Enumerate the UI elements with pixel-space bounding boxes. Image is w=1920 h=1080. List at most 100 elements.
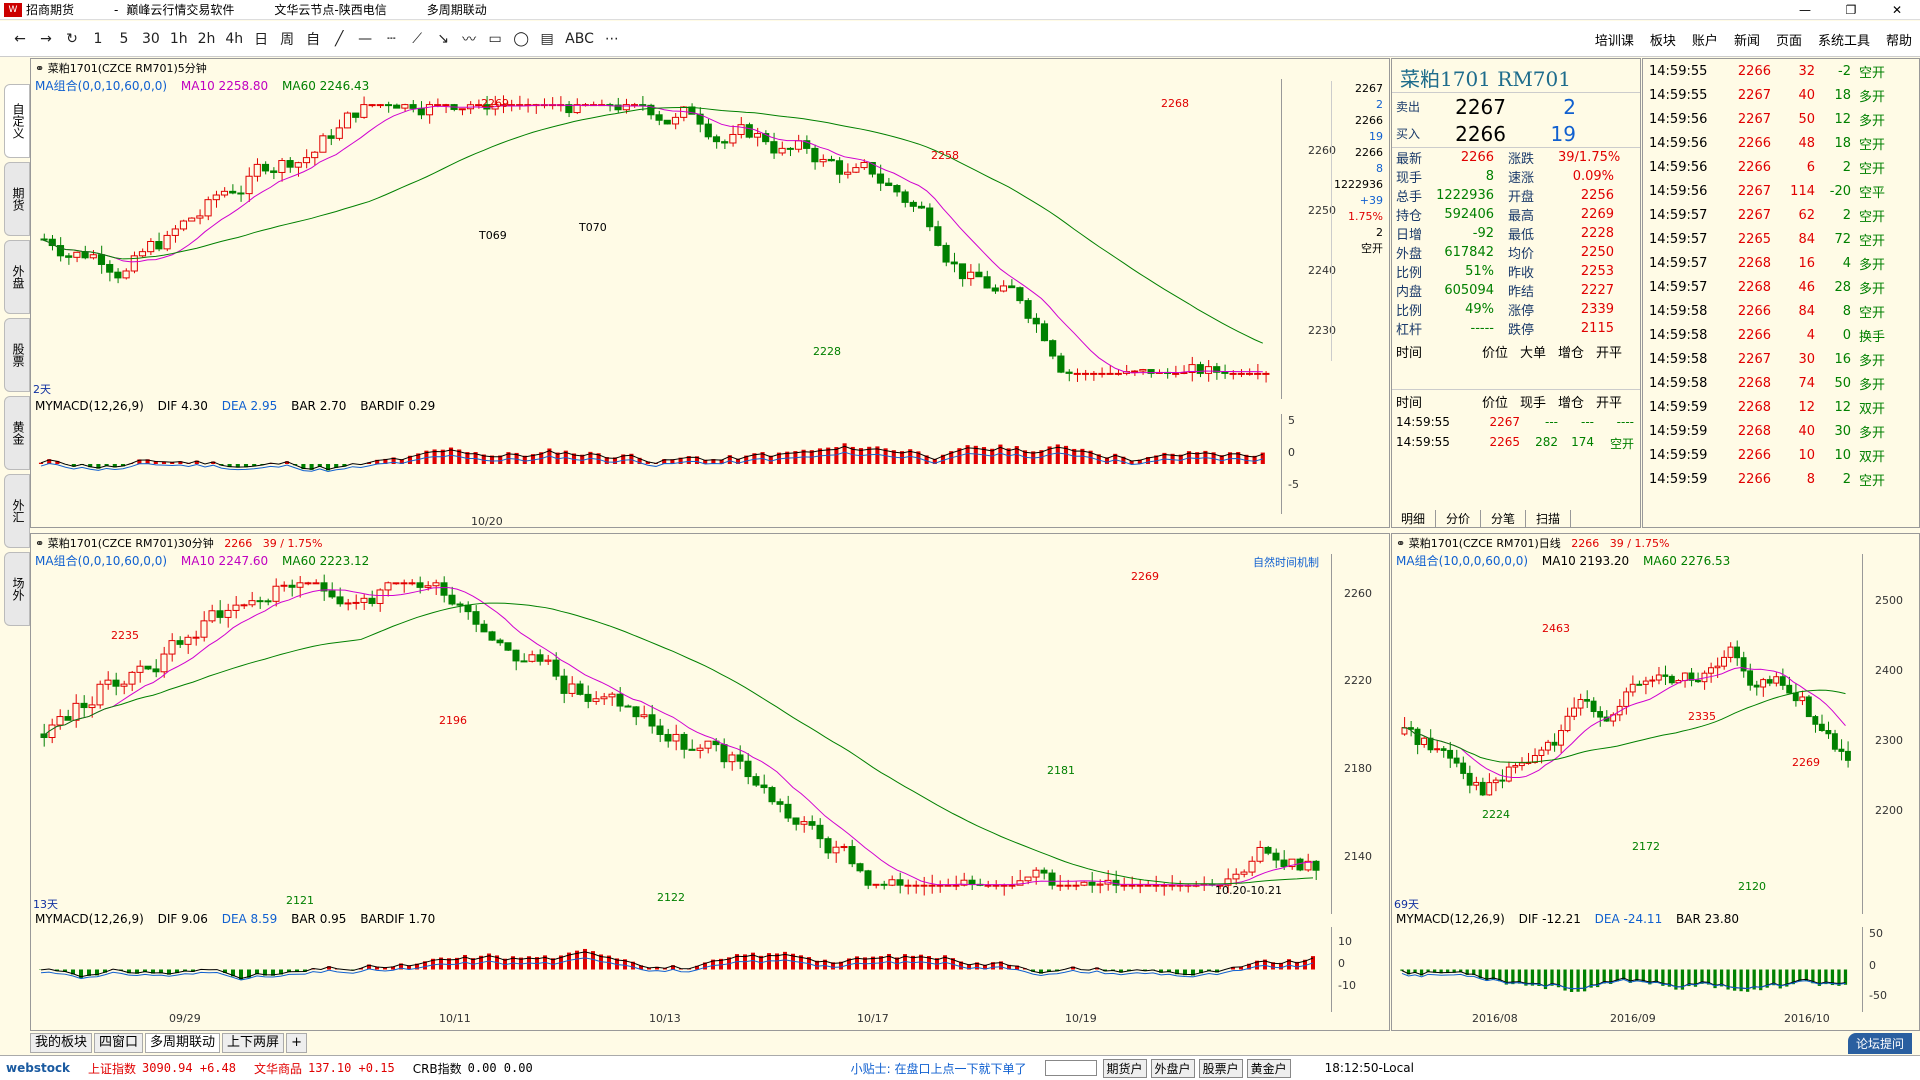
menu-item-6[interactable]: 帮助 (1886, 30, 1912, 49)
layout-tab-4[interactable]: + (286, 1033, 307, 1053)
left-tab-6[interactable]: 场外 (4, 552, 30, 626)
layout-tab-1[interactable]: 四窗口 (94, 1033, 144, 1053)
candle-body (888, 879, 896, 886)
toolbar-tool-17[interactable]: 〰 (457, 29, 481, 49)
chart-5min-panel: ⚭ 菜粕1701(CZCE RM701)5分钟 MA组合(0,0,10,60,0… (30, 58, 1390, 528)
bid-price[interactable]: 2266 (1436, 122, 1506, 146)
candle-body (778, 147, 786, 154)
menu-item-3[interactable]: 新闻 (1734, 30, 1760, 49)
candle-body (696, 747, 704, 751)
candle-body (1016, 287, 1024, 302)
detail-col-header: 增仓 (1558, 346, 1585, 361)
trade-tick-list[interactable]: 14:59:55 2266 32 -2 空开 14:59:55 2267 40 18 多开 14:5… (1642, 58, 1920, 528)
candle-body (800, 821, 808, 825)
toolbar-tool-13[interactable]: — (353, 31, 377, 47)
ask-row[interactable]: 卖出 2267 2 (1392, 92, 1640, 120)
quote-l: 总手 (1396, 190, 1423, 205)
toolbar-tool-11[interactable]: 自 (301, 29, 325, 49)
toolbar-tool-20[interactable]: ▤ (535, 31, 559, 47)
restore-button[interactable]: ❐ (1828, 0, 1874, 20)
chart-daily-candles[interactable] (1392, 554, 1862, 914)
left-tab-0[interactable]: 自定义 (4, 84, 30, 158)
toolbar-tool-9[interactable]: 日 (249, 29, 273, 49)
low-label: 2121 (286, 894, 314, 907)
close-button[interactable]: ✕ (1874, 0, 1920, 20)
toolbar-tool-1[interactable]: → (34, 31, 58, 47)
left-tab-5[interactable]: 外汇 (4, 474, 30, 548)
menu-item-0[interactable]: 培训课 (1595, 30, 1634, 49)
left-tab-1[interactable]: 期货 (4, 162, 30, 236)
candle-body (96, 683, 104, 706)
toolbar-tool-4[interactable]: 5 (112, 31, 136, 47)
candle-body (592, 698, 600, 702)
candle-body (1254, 372, 1262, 375)
toolbar-tool-21[interactable]: ABC (561, 31, 598, 47)
stock-account-button[interactable]: 股票户 (1198, 1058, 1243, 1078)
menu-item-2[interactable]: 账户 (1692, 30, 1718, 49)
toolbar-tool-15[interactable]: ⟋ (405, 31, 429, 47)
chart-5min-macd[interactable] (31, 414, 1281, 514)
toolbar-tool-6[interactable]: 1h (166, 31, 192, 47)
toolbar-tool-0[interactable]: ← (8, 31, 32, 47)
candle-body (80, 702, 88, 709)
candle-body (1245, 372, 1254, 375)
chart-5min-candles[interactable] (31, 79, 1281, 399)
left-tab-3[interactable]: 股票 (4, 318, 30, 392)
chart-30min-macd[interactable] (31, 927, 1331, 1012)
chart-daily-panel: ⚭ 菜粕1701(CZCE RM701)日线 2266 39 / 1.75% M… (1391, 533, 1920, 1031)
candle-body (88, 704, 96, 709)
left-tab-4[interactable]: 黄金 (4, 396, 30, 470)
toolbar-tool-8[interactable]: 4h (221, 31, 247, 47)
detail-p: 2265 (1489, 435, 1520, 449)
toolbar-tool-2[interactable]: ↻ (60, 31, 84, 47)
chart-daily-macd[interactable] (1392, 927, 1862, 1012)
subtab-3[interactable]: 扫描 (1526, 510, 1572, 528)
trade-k: 双开 (1859, 401, 1886, 417)
toolbar-tool-19[interactable]: ◯ (509, 31, 533, 47)
subtab-2[interactable]: 分笔 (1481, 510, 1527, 528)
detail-row: 14:59:55 2265 282 174 空开 (1392, 433, 1640, 453)
trade-c: -20 (1829, 183, 1851, 199)
toolbar-tool-12[interactable]: ╱ (327, 31, 351, 47)
forum-button[interactable]: 论坛提问 (1847, 1033, 1912, 1054)
title-dash: - (114, 2, 119, 17)
order-input[interactable] (1044, 1060, 1097, 1076)
candle-body (616, 693, 624, 707)
toolbar-tool-14[interactable]: ┄ (379, 31, 403, 47)
gold-account-button[interactable]: 黄金户 (1246, 1058, 1291, 1078)
candle-body (1590, 700, 1597, 713)
trade-row: 14:59:56 2267 50 12 多开 (1643, 107, 1919, 131)
candle-body (212, 194, 220, 201)
chart-30min-candles[interactable] (31, 554, 1331, 914)
layout-tab-2[interactable]: 多周期联动 (145, 1033, 221, 1053)
candle-body (909, 201, 917, 207)
quote-l2: 开盘 (1508, 190, 1535, 205)
candle-body (216, 610, 224, 618)
toolbar-tool-16[interactable]: ↘ (431, 31, 455, 47)
subtab-0[interactable]: 明细 (1391, 510, 1437, 528)
toolbar-tool-10[interactable]: 周 (275, 29, 299, 49)
subtab-1[interactable]: 分价 (1436, 510, 1482, 528)
toolbar-tool-7[interactable]: 2h (194, 31, 220, 47)
foreign-account-button[interactable]: 外盘户 (1150, 1058, 1195, 1078)
bid-row[interactable]: 买入 2266 19 (1392, 120, 1640, 148)
crb-index-value: 0.00 0.00 (467, 1061, 533, 1075)
ask-price[interactable]: 2267 (1436, 95, 1506, 119)
toolbar-tool-22[interactable]: ⋯ (600, 31, 624, 47)
toolbar-tool-3[interactable]: 1 (86, 31, 110, 47)
layout-tab-0[interactable]: 我的板块 (30, 1033, 93, 1053)
toolbar-tool-5[interactable]: 30 (138, 31, 164, 47)
futures-account-button[interactable]: 期货户 (1102, 1058, 1147, 1078)
layout-tab-3[interactable]: 上下两屏 (222, 1033, 285, 1053)
trade-k: 空开 (1859, 137, 1886, 153)
candle-body (536, 654, 544, 662)
menu-item-4[interactable]: 页面 (1776, 30, 1802, 49)
menu-item-5[interactable]: 系统工具 (1818, 30, 1870, 49)
candle-body (220, 190, 229, 196)
trade-q: 12 (1798, 399, 1815, 415)
quote-v: 605094 (1444, 283, 1494, 298)
minimize-button[interactable]: — (1782, 0, 1828, 20)
left-tab-2[interactable]: 外盘 (4, 240, 30, 314)
menu-item-1[interactable]: 板块 (1650, 30, 1676, 49)
toolbar-tool-18[interactable]: ▭ (483, 31, 507, 47)
